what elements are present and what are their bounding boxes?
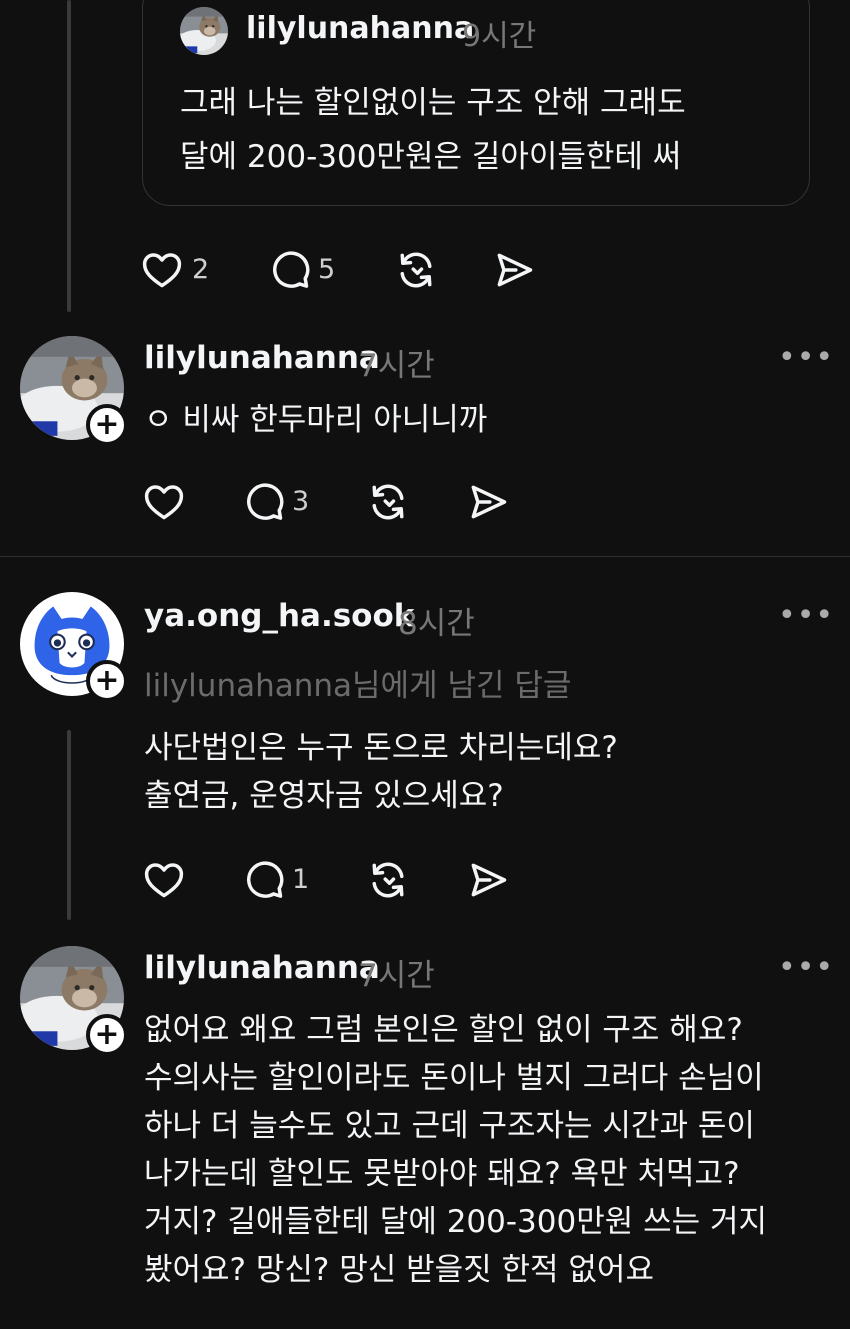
- thread-line: [67, 730, 71, 920]
- avatar[interactable]: [180, 7, 228, 55]
- timestamp: 7시간: [358, 348, 435, 384]
- follow-plus-icon[interactable]: +: [86, 404, 128, 446]
- cat-avatar-image: [180, 7, 228, 55]
- username[interactable]: ya.ong_ha.sook: [144, 598, 414, 634]
- repost-icon[interactable]: [366, 480, 410, 524]
- timestamp: 8시간: [398, 606, 475, 642]
- comment-icon[interactable]: [242, 858, 286, 902]
- repost-icon[interactable]: [366, 858, 410, 902]
- reply-to-label[interactable]: lilylunahanna님에게 남긴 답글: [144, 660, 571, 705]
- send-icon[interactable]: [492, 248, 536, 292]
- heart-icon[interactable]: [142, 858, 186, 902]
- heart-icon[interactable]: [140, 248, 184, 292]
- heart-icon[interactable]: [142, 480, 186, 524]
- post-text: 그래 나는 할인없이는 구조 안해 그래도 달에 200-300만원은 길아이들…: [180, 85, 686, 175]
- divider: [0, 556, 850, 557]
- thread-line: [67, 0, 71, 312]
- post-text: ㅇ 비싸 한두마리 아니니까: [144, 402, 488, 438]
- comment-icon[interactable]: [242, 480, 286, 524]
- username[interactable]: lilylunahanna: [144, 340, 380, 376]
- send-icon[interactable]: [466, 858, 510, 902]
- more-dots-icon[interactable]: •••: [778, 340, 834, 375]
- comment-icon[interactable]: [268, 248, 312, 292]
- more-dots-icon[interactable]: •••: [778, 598, 834, 633]
- repost-icon[interactable]: [394, 248, 438, 292]
- reply-count: 1: [292, 864, 310, 895]
- timestamp: 9시간: [462, 19, 537, 54]
- username[interactable]: lilylunahanna: [246, 11, 474, 46]
- timestamp: 7시간: [358, 958, 435, 994]
- username[interactable]: lilylunahanna: [144, 950, 380, 986]
- reply-count: 5: [318, 254, 336, 285]
- follow-plus-icon[interactable]: +: [86, 1014, 128, 1056]
- send-icon[interactable]: [466, 480, 510, 524]
- post-text: 없어요 왜요 그럼 본인은 할인 없이 구조 해요? 수의사는 할인이라도 돈이…: [144, 1012, 768, 1288]
- like-count: 2: [192, 254, 210, 285]
- more-dots-icon[interactable]: •••: [778, 950, 834, 985]
- reply-count: 3: [292, 486, 310, 517]
- post-text: 사단법인은 누구 돈으로 차리는데요? 출연금, 운영자금 있으세요?: [144, 730, 618, 814]
- follow-plus-icon[interactable]: +: [86, 660, 128, 702]
